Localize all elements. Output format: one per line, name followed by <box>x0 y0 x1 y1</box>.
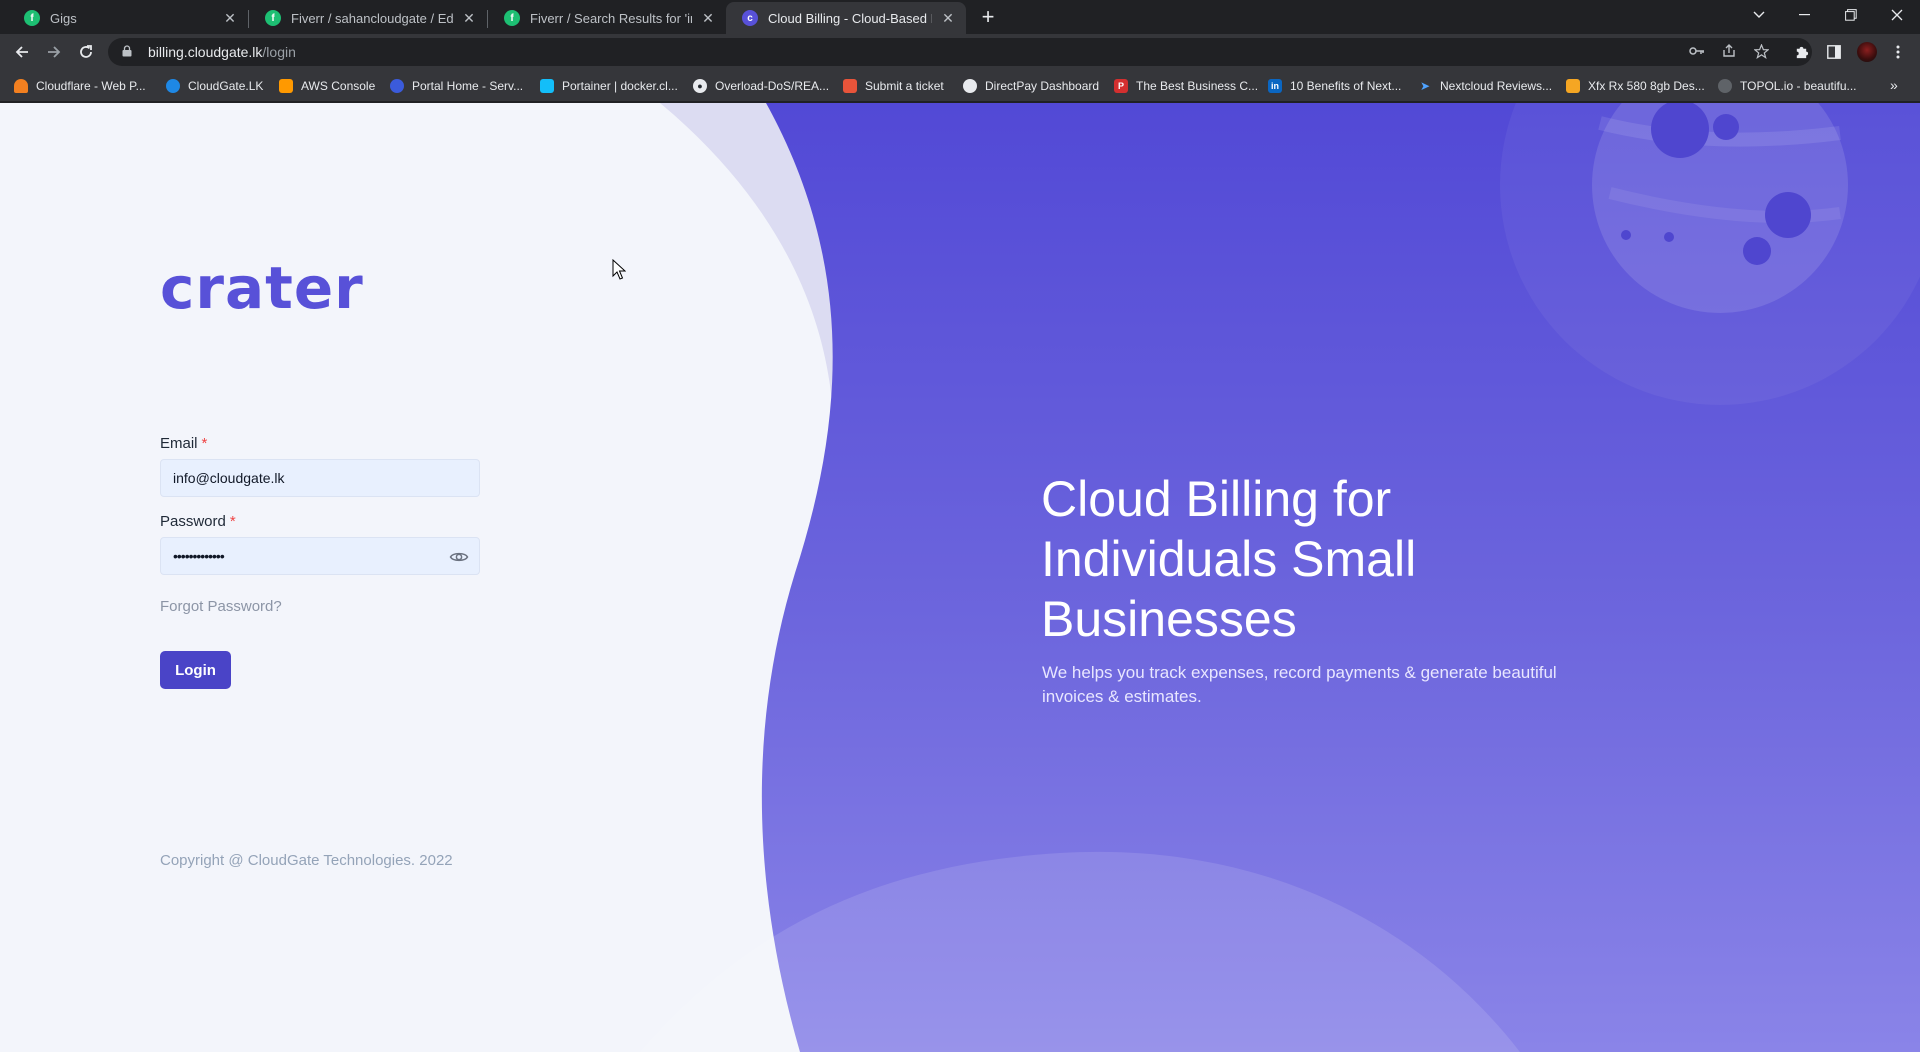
aliexpress-icon <box>1566 79 1580 93</box>
tab-gigs[interactable]: f Gigs ✕ <box>8 2 248 34</box>
back-button[interactable] <box>10 40 34 64</box>
bookmark-label: Overload-DoS/REA... <box>715 79 830 93</box>
bookmark-label: Cloudflare - Web P... <box>36 79 146 93</box>
close-icon[interactable]: ✕ <box>700 10 716 26</box>
extensions-icon[interactable] <box>1791 42 1811 62</box>
url-host: billing.cloudgate.lk <box>148 44 263 60</box>
topol-icon <box>1718 79 1732 93</box>
linkedin-icon: in <box>1268 79 1282 93</box>
email-label: Email * <box>160 435 207 452</box>
bookmark-submit-ticket[interactable]: Submit a ticket <box>843 77 944 95</box>
fiverr-icon: f <box>24 10 40 26</box>
cloudflare-icon <box>14 79 28 93</box>
new-tab-button[interactable]: + <box>976 6 1000 30</box>
tab-strip: f Gigs ✕ f Fiverr / sahancloudgate / Edi… <box>0 0 1920 34</box>
tab-title: Fiverr / sahancloudgate / Edit Gig <box>291 10 453 26</box>
portainer-icon <box>540 79 554 93</box>
bookmark-label: Submit a ticket <box>865 79 944 93</box>
ticket-icon <box>843 79 857 93</box>
tab-search-results[interactable]: f Fiverr / Search Results for 'invoic ✕ <box>488 2 726 34</box>
bookmarks-bar: Cloudflare - Web P... CloudGate.LK AWS C… <box>0 70 1920 102</box>
bookmark-label: Xfx Rx 580 8gb Des... <box>1588 79 1705 93</box>
email-value: info@cloudgate.lk <box>173 470 285 486</box>
bookmark-label: CloudGate.LK <box>188 79 264 93</box>
close-icon[interactable]: ✕ <box>461 10 477 26</box>
bookmark-label: DirectPay Dashboard <box>985 79 1100 93</box>
bookmark-xfx-rx580[interactable]: Xfx Rx 580 8gb Des... <box>1566 77 1705 95</box>
directpay-icon <box>963 79 977 93</box>
nextcloud-icon: ➤ <box>1419 79 1431 93</box>
restore-button[interactable] <box>1828 0 1874 30</box>
bookmark-portal-home[interactable]: Portal Home - Serv... <box>390 77 523 95</box>
bookmark-benefits-next[interactable]: in 10 Benefits of Next... <box>1268 77 1401 95</box>
email-label-text: Email <box>160 435 198 452</box>
bookmark-label: 10 Benefits of Next... <box>1290 79 1402 93</box>
bookmark-cloudgate[interactable]: CloudGate.LK <box>166 77 263 95</box>
close-icon[interactable]: ✕ <box>222 10 238 26</box>
reload-button[interactable] <box>74 40 98 64</box>
hero-background <box>640 103 1920 1052</box>
eye-icon[interactable] <box>449 547 469 567</box>
mouse-cursor-icon <box>612 259 626 280</box>
email-field[interactable]: info@cloudgate.lk <box>160 459 480 497</box>
tab-cloud-billing[interactable]: c Cloud Billing - Cloud-Based Invoi ✕ <box>726 2 966 34</box>
login-page: crater Email * info@cloudgate.lk Password… <box>0 103 1920 1052</box>
bookmark-label: The Best Business C... <box>1136 79 1259 93</box>
lock-icon[interactable] <box>122 44 138 60</box>
tab-title: Fiverr / Search Results for 'invoic <box>530 10 692 26</box>
bookmark-nextcloud-reviews[interactable]: ➤ Nextcloud Reviews... <box>1418 77 1552 95</box>
crater-logo: crater <box>160 254 364 322</box>
fiverr-icon: f <box>265 10 281 26</box>
password-field[interactable]: ••••••••••••• <box>160 537 480 575</box>
crater-icon: c <box>742 10 758 26</box>
tab-title: Cloud Billing - Cloud-Based Invoi <box>768 10 932 26</box>
bookmark-portainer[interactable]: Portainer | docker.cl... <box>540 77 678 95</box>
bookmark-cloudflare[interactable]: Cloudflare - Web P... <box>14 77 146 95</box>
portal-icon <box>390 79 404 93</box>
bookmark-github-overload[interactable]: ● Overload-DoS/REA... <box>693 77 829 95</box>
bookmark-aws[interactable]: AWS Console <box>279 77 375 95</box>
bookmark-topol[interactable]: TOPOL.io - beautifu... <box>1718 77 1857 95</box>
bookmark-label: Portal Home - Serv... <box>412 79 524 93</box>
bookmark-label: Portainer | docker.cl... <box>562 79 678 93</box>
github-icon: ● <box>693 79 707 93</box>
menu-kebab-icon[interactable] <box>1888 42 1908 62</box>
profile-avatar[interactable] <box>1857 42 1877 62</box>
side-panel-icon[interactable] <box>1824 42 1844 62</box>
aws-icon <box>279 79 293 93</box>
url-path: /login <box>262 44 296 60</box>
cloudgate-icon <box>166 79 180 93</box>
hero-title: Cloud Billing for Individuals Small Busi… <box>1041 471 1417 647</box>
fiverr-icon: f <box>504 10 520 26</box>
password-label: Password * <box>160 513 236 530</box>
address-bar[interactable]: billing.cloudgate.lk/login <box>108 38 1812 66</box>
close-window-button[interactable] <box>1874 0 1920 30</box>
bookmark-star-icon[interactable] <box>1751 41 1771 61</box>
browser-toolbar: billing.cloudgate.lk/login <box>0 34 1920 70</box>
bookmark-directpay[interactable]: DirectPay Dashboard <box>963 77 1099 95</box>
bookmark-label: Nextcloud Reviews... <box>1440 79 1553 93</box>
required-asterisk: * <box>201 435 208 452</box>
bookmark-best-business[interactable]: P The Best Business C... <box>1114 77 1258 95</box>
required-asterisk: * <box>229 513 236 530</box>
bookmark-label: TOPOL.io - beautifu... <box>1740 79 1857 93</box>
password-label-text: Password <box>160 513 226 530</box>
minimize-button[interactable] <box>1782 0 1828 30</box>
close-icon[interactable]: ✕ <box>940 10 956 26</box>
bookmark-label: AWS Console <box>301 79 376 93</box>
tab-search-icon[interactable] <box>1736 0 1782 30</box>
key-icon[interactable] <box>1687 41 1707 61</box>
share-icon[interactable] <box>1719 41 1739 61</box>
copyright-text: Copyright @ CloudGate Technologies. 2022 <box>160 852 453 869</box>
pc-icon: P <box>1114 79 1128 93</box>
forward-button[interactable] <box>42 40 66 64</box>
password-value: ••••••••••••• <box>173 548 225 564</box>
login-button[interactable]: Login <box>160 651 231 689</box>
forgot-password-link[interactable]: Forgot Password? <box>160 598 282 615</box>
hero-subtitle: We helps you track expenses, record paym… <box>1042 663 1557 706</box>
more-bookmarks-icon[interactable]: » <box>1890 77 1898 93</box>
tab-title: Gigs <box>50 10 77 26</box>
tab-edit-gig[interactable]: f Fiverr / sahancloudgate / Edit Gig ✕ <box>249 2 487 34</box>
